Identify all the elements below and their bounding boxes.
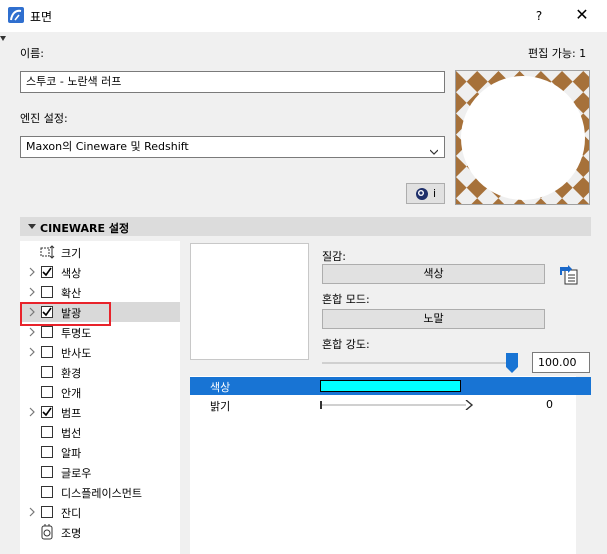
checkbox[interactable] <box>41 326 53 338</box>
param-row-color[interactable]: 색상 <box>190 377 576 395</box>
channel-item[interactable]: 조명 <box>20 522 180 542</box>
channel-item[interactable]: 안개 <box>20 382 180 402</box>
texture-label: 질감: <box>322 250 346 263</box>
checkbox[interactable] <box>41 466 53 478</box>
expand-chevron-icon[interactable] <box>28 407 36 417</box>
engine-info-label: i <box>433 187 437 200</box>
checkbox-checked[interactable] <box>41 406 53 418</box>
channel-label: 잔디 <box>61 507 82 520</box>
channel-item[interactable]: 범프 <box>20 402 180 422</box>
channel-label: 법선 <box>61 427 82 440</box>
channel-item[interactable]: 글로우 <box>20 462 180 482</box>
section-title: CINEWARE 설정 <box>40 222 130 235</box>
param-label: 밝기 <box>210 400 231 413</box>
blend-strength-input[interactable]: 100.00 <box>532 352 590 373</box>
channel-label: 조명 <box>61 527 82 540</box>
brightness-value: 0 <box>546 398 553 411</box>
blend-strength-thumb[interactable] <box>506 353 518 373</box>
channel-item[interactable]: 법선 <box>20 422 180 442</box>
blend-mode-button[interactable]: 노말 <box>322 309 545 329</box>
channel-label: 범프 <box>61 407 82 420</box>
cinema4d-icon <box>416 188 428 200</box>
load-texture-icon[interactable] <box>558 264 582 286</box>
channel-item[interactable]: 환경 <box>20 362 180 382</box>
engine-label: 엔진 설정: <box>20 112 68 125</box>
expand-chevron-icon[interactable] <box>28 347 36 357</box>
checkbox[interactable] <box>41 366 53 378</box>
channel-label: 확산 <box>61 287 82 300</box>
expand-chevron-icon[interactable] <box>28 267 36 277</box>
channel-item[interactable]: 색상 <box>20 262 180 282</box>
corner-marker-icon <box>0 32 6 41</box>
channel-label: 안개 <box>61 387 82 400</box>
material-preview <box>455 70 590 205</box>
brightness-track[interactable] <box>320 404 466 406</box>
parameter-table: 색상 밝기 0 <box>190 376 576 554</box>
brightness-arrow-icon[interactable] <box>464 399 474 411</box>
checkbox[interactable] <box>41 446 53 458</box>
checkbox[interactable] <box>41 386 53 398</box>
help-button[interactable]: ? <box>527 4 551 28</box>
checkbox[interactable] <box>41 426 53 438</box>
texture-button[interactable]: 색상 <box>322 264 545 284</box>
collapse-arrow-icon <box>28 224 36 229</box>
selection-highlight <box>20 302 111 326</box>
checkbox[interactable] <box>41 506 53 518</box>
expand-chevron-icon[interactable] <box>28 507 36 517</box>
title-bar <box>0 0 607 32</box>
lighting-icon <box>39 524 55 540</box>
channel-label: 글로우 <box>61 467 92 480</box>
color-swatch[interactable] <box>320 380 461 392</box>
checkbox[interactable] <box>41 486 53 498</box>
size-icon <box>39 244 55 260</box>
blend-strength-track[interactable] <box>322 362 512 364</box>
edit-status: 편집 가능: 1 <box>528 47 587 60</box>
channel-preview <box>190 243 309 360</box>
name-label: 이름: <box>20 47 44 60</box>
chevron-down-icon <box>429 143 439 155</box>
channel-item[interactable]: 확산 <box>20 282 180 302</box>
checkbox-checked[interactable] <box>41 266 53 278</box>
window-title: 표면 <box>30 10 53 24</box>
channel-item[interactable]: 크기 <box>20 242 180 262</box>
cineware-settings-header[interactable]: CINEWARE 설정 <box>20 217 591 236</box>
scroll-row-highlight <box>576 377 591 395</box>
channel-label: 알파 <box>61 447 82 460</box>
archicad-app-icon <box>8 7 24 23</box>
channel-list: 크기 색상 확산 발광 투명도 반사도 환경 안개 범프 법선 알파 글로우 디스플레이스먼트 잔디 조명 <box>20 241 180 554</box>
checkbox[interactable] <box>41 286 53 298</box>
name-input[interactable]: 스투코 - 노란색 러프 <box>20 71 445 93</box>
param-row-brightness[interactable]: 밝기 0 <box>190 396 576 414</box>
close-button[interactable]: ✕ <box>570 4 594 28</box>
engine-select[interactable]: Maxon의 Cineware 및 Redshift <box>20 136 445 158</box>
blend-strength-label: 혼합 강도: <box>322 338 370 351</box>
parameter-scrollbar[interactable] <box>576 376 591 554</box>
param-label: 색상 <box>210 381 231 394</box>
blend-mode-label: 혼합 모드: <box>322 293 370 306</box>
channel-item[interactable]: 알파 <box>20 442 180 462</box>
channel-label: 색상 <box>61 267 82 280</box>
engine-info-button[interactable]: i <box>406 183 445 204</box>
channel-label: 크기 <box>61 247 82 260</box>
brightness-fill <box>320 401 322 409</box>
channel-item[interactable]: 잔디 <box>20 502 180 522</box>
engine-select-value: Maxon의 Cineware 및 Redshift <box>26 140 189 153</box>
channel-label: 디스플레이스먼트 <box>61 487 142 500</box>
channel-label: 환경 <box>61 367 82 380</box>
expand-chevron-icon[interactable] <box>28 287 36 297</box>
channel-item[interactable]: 디스플레이스먼트 <box>20 482 180 502</box>
channel-label: 투명도 <box>61 327 92 340</box>
channel-item[interactable]: 반사도 <box>20 342 180 362</box>
checkbox[interactable] <box>41 346 53 358</box>
channel-label: 반사도 <box>61 347 92 360</box>
expand-chevron-icon[interactable] <box>28 327 36 337</box>
